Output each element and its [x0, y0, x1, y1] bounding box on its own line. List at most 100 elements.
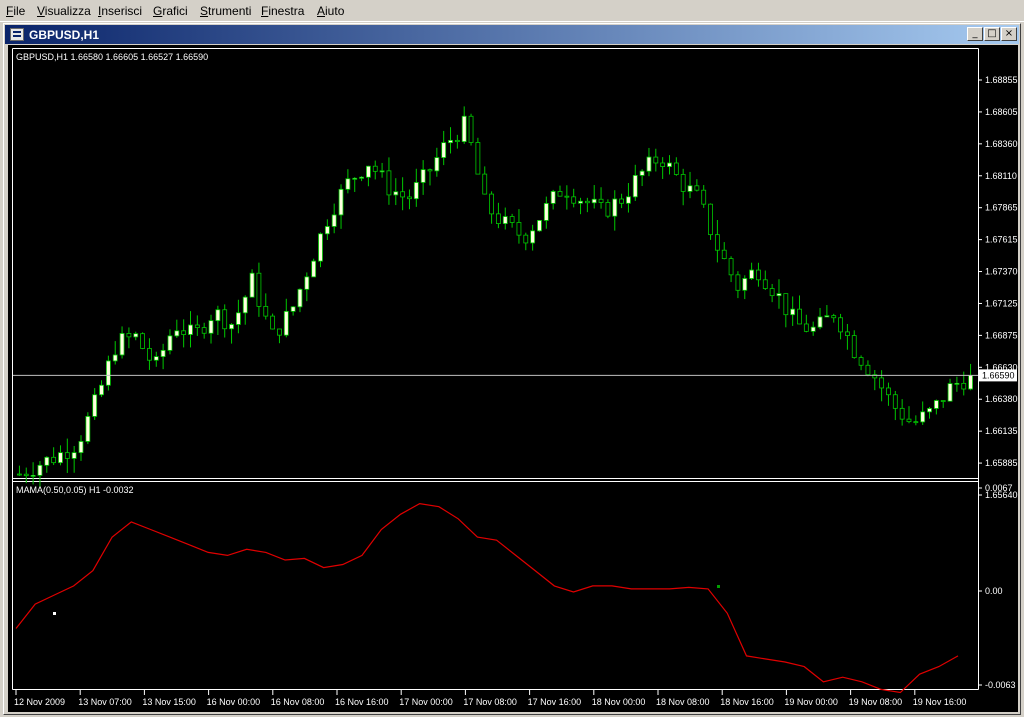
candles — [17, 106, 973, 488]
minimize-button[interactable]: _ — [967, 27, 983, 41]
indicator-axis: 0.0067 0.00 -0.0063 — [978, 483, 1016, 690]
candle-body — [71, 452, 77, 459]
candle-body — [30, 475, 36, 477]
candle-body — [605, 202, 611, 217]
candle-body — [277, 328, 282, 336]
time-axis-label: 18 Nov 00:00 — [592, 697, 646, 707]
candle-body — [386, 170, 392, 196]
time-axis-label: 19 Nov 00:00 — [784, 697, 838, 707]
candle-body — [99, 384, 104, 396]
candle-body — [619, 198, 624, 204]
candle-body — [537, 220, 542, 232]
restore-button[interactable]: □ — [984, 27, 1000, 41]
candle-body — [64, 452, 70, 459]
candle-body — [283, 310, 289, 336]
candle-body — [584, 200, 590, 204]
candle-body — [441, 142, 447, 158]
candle-body — [858, 357, 864, 366]
candle-body — [509, 216, 515, 223]
candle-body — [708, 203, 713, 236]
chart-window-icon[interactable] — [10, 28, 24, 41]
time-axis-label: 17 Nov 00:00 — [399, 697, 453, 707]
candle-body — [256, 272, 262, 307]
menu-grafici[interactable]: Grafici — [153, 4, 188, 18]
time-axis-label: 17 Nov 16:00 — [528, 697, 582, 707]
candle-body — [913, 421, 919, 424]
candle-body — [352, 177, 358, 180]
candle-body — [578, 200, 583, 204]
time-axis-label: 13 Nov 15:00 — [142, 697, 196, 707]
candle-body — [968, 374, 973, 390]
candle-body — [735, 274, 741, 291]
candle-body — [653, 156, 659, 164]
candle-body — [892, 394, 898, 409]
candle-body — [448, 139, 453, 144]
menu-strumenti[interactable]: Strumenti — [200, 4, 251, 18]
chart-area[interactable]: GBPUSD,H1 1.66580 1.66605 1.66527 1.6659… — [8, 45, 1018, 712]
candle-body — [249, 272, 255, 298]
candle-body — [502, 216, 508, 224]
chart-window-title: GBPUSD,H1 — [29, 28, 100, 42]
candle-body — [290, 306, 296, 312]
candle-body — [147, 348, 152, 361]
candle-body — [762, 279, 768, 289]
menu-finestra[interactable]: Finestra — [261, 4, 304, 18]
candle-body — [160, 349, 166, 358]
candle-body — [591, 198, 597, 204]
time-axis-label: 18 Nov 08:00 — [656, 697, 710, 707]
time-axis-label: 12 Nov 2009 — [14, 697, 65, 707]
candle-body — [845, 331, 850, 336]
candle-body — [304, 276, 310, 290]
candle-body — [174, 330, 180, 337]
app-window: File Visualizza Inserisci Grafici Strume… — [0, 0, 1024, 717]
candle-body — [660, 162, 666, 167]
price-panel-info: GBPUSD,H1 1.66580 1.66605 1.66527 1.6659… — [16, 52, 208, 62]
close-button[interactable]: × — [1001, 27, 1017, 41]
menu-inserisci[interactable]: Inserisci — [98, 4, 142, 18]
candle-body — [78, 441, 84, 454]
candle-body — [680, 174, 686, 192]
candle-body — [817, 316, 823, 328]
price-axis-label: 1.68360 — [985, 139, 1018, 149]
candle-body — [270, 315, 276, 330]
menu-aiuto[interactable]: Aiuto — [317, 4, 344, 18]
candle-body — [153, 356, 159, 361]
candle-body — [564, 195, 570, 198]
candle-body — [188, 324, 193, 335]
candle-body — [366, 165, 371, 178]
candle-body — [379, 170, 385, 173]
candle-body — [393, 191, 399, 196]
chart-canvas[interactable]: GBPUSD,H1 1.66580 1.66605 1.66527 1.6659… — [8, 45, 1018, 712]
candle-body — [865, 364, 871, 376]
candle-body — [427, 169, 433, 172]
candle-body — [215, 309, 221, 322]
price-axis-label: 1.67125 — [985, 298, 1018, 308]
candle-body — [119, 333, 125, 356]
time-axis-label: 16 Nov 00:00 — [207, 697, 261, 707]
time-axis-label: 13 Nov 07:00 — [78, 697, 132, 707]
chart-window-titlebar[interactable]: GBPUSD,H1 _ □ × — [5, 25, 1019, 44]
candle-body — [557, 191, 563, 197]
candle-body — [516, 222, 522, 236]
candle-body — [311, 260, 317, 278]
candle-body — [776, 293, 782, 297]
candle-body — [879, 377, 885, 389]
candle-body — [632, 175, 638, 198]
time-axis-label: 16 Nov 16:00 — [335, 697, 389, 707]
candle-body — [112, 354, 118, 362]
menu-visualizza[interactable]: Visualizza — [37, 4, 91, 18]
price-axis-label: 1.66380 — [985, 394, 1018, 404]
menu-file[interactable]: File — [6, 4, 25, 18]
candle-body — [420, 169, 426, 183]
candle-body — [92, 394, 98, 417]
candle-body — [235, 312, 241, 325]
candle-body — [906, 418, 912, 423]
time-axis-label: 17 Nov 08:00 — [463, 697, 517, 707]
candle-body — [933, 400, 939, 409]
candle-body — [242, 296, 248, 314]
candle-body — [345, 178, 351, 190]
candle-body — [229, 324, 234, 330]
candle-body — [749, 269, 755, 279]
candle-body — [37, 464, 43, 476]
candle-body — [783, 293, 789, 316]
